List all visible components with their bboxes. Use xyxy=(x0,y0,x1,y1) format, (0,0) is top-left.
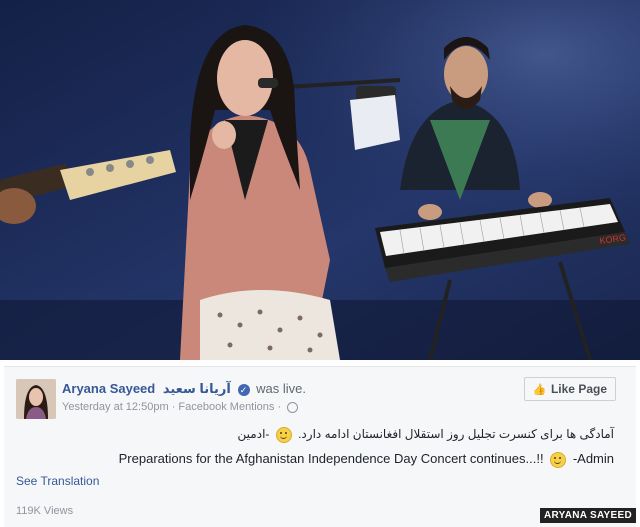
live-video-frame[interactable]: KORG xyxy=(0,0,640,368)
see-translation-link[interactable]: See Translation xyxy=(16,474,99,488)
page-avatar[interactable] xyxy=(16,379,56,419)
page-name-link[interactable]: Aryana Sayeed xyxy=(62,381,155,396)
post-text-rtl-body: آمادگی ها برای کنسرت تجلیل روز استقلال ا… xyxy=(298,427,614,442)
post-text-rtl-suffix: -ادمین xyxy=(237,427,270,442)
watermark-label: ARYANA SAYEED xyxy=(539,508,636,523)
post-timestamp[interactable]: Yesterday at 12:50pm xyxy=(62,401,169,413)
avatar-image xyxy=(16,379,56,419)
post-text-en-suffix: -Admin xyxy=(572,451,614,466)
thumbs-up-icon: 👍 xyxy=(532,384,547,396)
verified-badge-icon: ✓ xyxy=(237,383,250,396)
globe-icon[interactable] xyxy=(287,401,299,413)
post-text-rtl: آمادگی ها برای کنسرت تجلیل روز استقلال ا… xyxy=(238,427,614,443)
like-page-label: Like Page xyxy=(550,382,607,396)
video-still: KORG xyxy=(0,0,640,360)
views-count: 119K Views xyxy=(16,505,74,517)
live-status-text: was live. xyxy=(256,381,306,396)
smile-emoji-icon xyxy=(275,427,292,443)
post-location-link[interactable]: Facebook Mentions xyxy=(178,401,274,413)
meta-separator-2: · xyxy=(277,401,282,413)
meta-separator: · xyxy=(171,401,176,413)
post-header: Aryana Sayeed آریانا سعید ✓ was live. xyxy=(62,381,306,397)
facebook-post-card: Aryana Sayeed آریانا سعید ✓ was live. Ye… xyxy=(4,366,636,527)
like-page-button[interactable]: 👍 Like Page xyxy=(523,377,616,401)
post-meta: Yesterday at 12:50pm · Facebook Mentions… xyxy=(62,401,299,413)
post-text-en-body: Preparations for the Afghanistan Indepen… xyxy=(118,451,544,466)
post-text-en: Preparations for the Afghanistan Indepen… xyxy=(119,451,614,468)
smile-emoji-icon xyxy=(550,451,567,468)
page-name-rtl[interactable]: آریانا سعید xyxy=(163,381,231,396)
